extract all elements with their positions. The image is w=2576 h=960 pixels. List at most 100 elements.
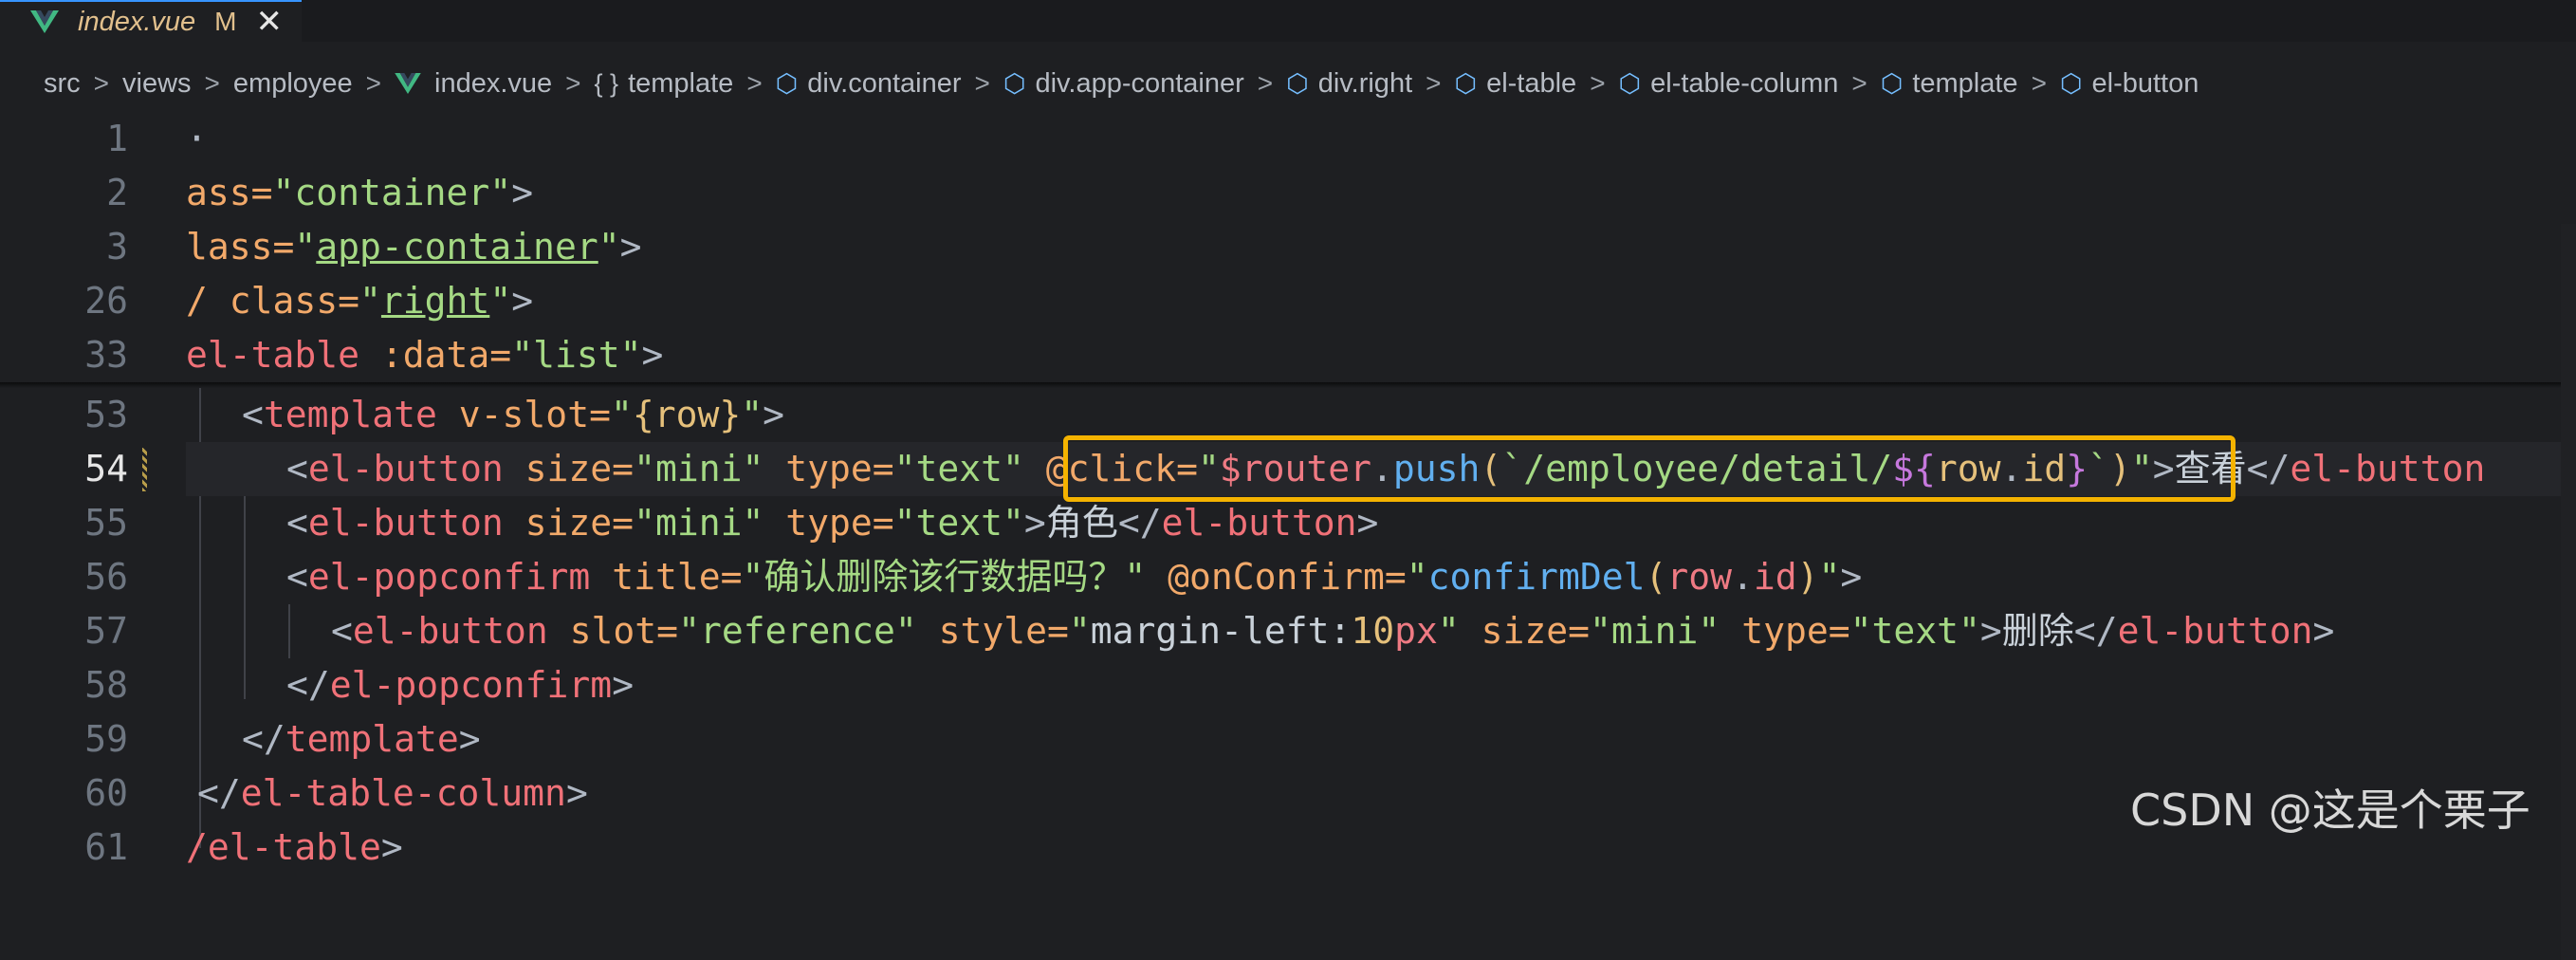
breadcrumb-item-template-2[interactable]: ⬡ template	[1881, 68, 2018, 100]
breadcrumb-separator: >	[1257, 68, 1274, 98]
breadcrumb-separator: >	[565, 68, 581, 98]
code-token: push	[1392, 448, 1481, 489]
code-token: </	[2246, 448, 2291, 489]
code-line[interactable]: 59 </template>	[0, 712, 2576, 766]
code-token: <	[242, 394, 264, 435]
line-number: 53	[84, 394, 128, 435]
cube-icon: ⬡	[1454, 68, 1478, 98]
breadcrumb-item-div-right[interactable]: ⬡ div.right	[1286, 68, 1412, 100]
breadcrumb-item-el-table-column[interactable]: ⬡ el-table-column	[1619, 68, 1839, 100]
code-token: (	[1480, 448, 1502, 489]
cube-icon: ⬡	[1618, 68, 1642, 98]
code-line[interactable]: 2 ass="container">	[0, 166, 2576, 220]
code-token: $router	[1219, 448, 1371, 489]
code-line[interactable]: 26 / class="right">	[0, 274, 2576, 328]
code-token: el-button	[352, 610, 548, 652]
breadcrumb-separator: >	[746, 68, 763, 98]
line-number: 26	[84, 280, 128, 322]
modified-line-indicator	[142, 448, 147, 491]
code-token: / class=	[186, 280, 360, 322]
code-token: el-popconfirm	[329, 664, 613, 706]
code-token: "list"	[511, 334, 642, 376]
code-token: title=	[590, 556, 743, 598]
code-token: app-container	[316, 226, 598, 268]
code-token: "确认删除该行数据吗？"	[742, 556, 1147, 598]
breadcrumb-item-template[interactable]: { } template	[595, 68, 734, 100]
breadcrumb-item-src[interactable]: src	[44, 68, 81, 100]
code-token: @onConfirm=	[1146, 556, 1407, 598]
breadcrumb-item-employee[interactable]: employee	[233, 68, 353, 100]
cube-icon: ⬡	[1003, 68, 1026, 98]
code-token: "mini"	[1590, 610, 1720, 652]
code-token: type=	[1720, 610, 1850, 652]
code-line[interactable]: 53 <template v-slot="{row}">	[0, 388, 2576, 442]
code-line[interactable]: 3 lass="app-container">	[0, 220, 2576, 274]
code-token: el-button	[307, 502, 504, 544]
breadcrumb-item-index-vue[interactable]: index.vue	[395, 68, 552, 100]
breadcrumb-separator: >	[1590, 68, 1606, 98]
breadcrumb: src > views > employee > index.vue > { }…	[44, 57, 2199, 110]
code-token: :data=	[359, 334, 512, 376]
code-token: "text"	[1849, 610, 1980, 652]
code-line[interactable]: 56 <el-popconfirm title="确认删除该行数据吗？" @on…	[0, 550, 2576, 604]
tab-index-vue[interactable]: index.vue M ✕	[0, 0, 302, 42]
code-token: type=	[764, 448, 894, 489]
watermark: CSDN @这是个栗子	[2130, 785, 2530, 836]
breadcrumb-separator: >	[93, 68, 110, 98]
line-number: 3	[106, 226, 128, 268]
code-token: template	[263, 394, 437, 435]
code-line[interactable]: 1 ·	[0, 112, 2576, 166]
breadcrumb-item-div-container[interactable]: ⬡ div.container	[776, 68, 962, 100]
breadcrumb-separator: >	[204, 68, 220, 98]
code-line[interactable]: 33 el-table :data="list">	[0, 328, 2576, 382]
breadcrumb-item-el-table[interactable]: ⬡ el-table	[1454, 68, 1576, 100]
line-number: 1	[106, 118, 128, 159]
breadcrumb-item-views[interactable]: views	[122, 68, 192, 100]
code-token: el-popconfirm	[307, 556, 591, 598]
code-token: margin-left:	[1090, 610, 1352, 652]
line-number: 55	[84, 502, 128, 544]
code-token: template	[285, 718, 459, 760]
code-editor[interactable]: 1 · 2 ass="container"> 3 lass="app-conta…	[0, 112, 2576, 960]
code-line[interactable]: 57 <el-button slot="reference" style="ma…	[0, 604, 2576, 658]
code-token: 角色	[1045, 502, 1118, 544]
code-token: ass=	[186, 172, 273, 213]
breadcrumb-separator: >	[2031, 68, 2047, 98]
code-token: 查看	[2174, 448, 2247, 489]
breadcrumb-item-div-app-container[interactable]: ⬡ div.app-container	[1003, 68, 1244, 100]
code-token: size=	[503, 448, 635, 489]
code-token: >	[511, 172, 534, 213]
breadcrumb-item-el-button[interactable]: ⬡ el-button	[2060, 68, 2199, 100]
code-token: /employee/detail/	[1523, 448, 1893, 489]
code-token: >	[458, 718, 481, 760]
line-number: 33	[84, 334, 128, 376]
code-token: el-button	[2117, 610, 2313, 652]
code-token: "	[294, 226, 317, 268]
code-token: >	[1840, 556, 1863, 598]
minimap[interactable]	[2561, 224, 2576, 960]
code-line[interactable]: 58 </el-popconfirm>	[0, 658, 2576, 712]
line-number: 60	[84, 772, 128, 814]
code-line[interactable]: 55 <el-button size="mini" type="text">角色…	[0, 496, 2576, 550]
code-token: .	[1371, 448, 1393, 489]
line-number: 61	[84, 826, 128, 868]
code-token: lass=	[186, 226, 295, 268]
line-number: 54	[84, 448, 128, 489]
code-token: "	[2130, 448, 2153, 489]
line-number: 2	[106, 172, 128, 213]
code-token: el-button	[307, 448, 504, 489]
code-token: right	[380, 280, 490, 322]
code-token: "	[1068, 610, 1091, 652]
code-token: @click=	[1023, 448, 1198, 489]
code-token: `	[2088, 448, 2109, 489]
code-token: )	[1796, 556, 1819, 598]
code-token: </	[197, 772, 241, 814]
breadcrumb-separator: >	[365, 68, 382, 98]
code-token: >	[380, 826, 403, 868]
code-token: </	[286, 664, 330, 706]
code-token: "	[1437, 610, 1460, 652]
close-icon[interactable]: ✕	[255, 6, 283, 38]
code-line-current[interactable]: 54 <el-button size="mini" type="text" @c…	[0, 442, 2576, 496]
cube-icon: ⬡	[775, 68, 799, 98]
code-token: "text"	[893, 502, 1024, 544]
